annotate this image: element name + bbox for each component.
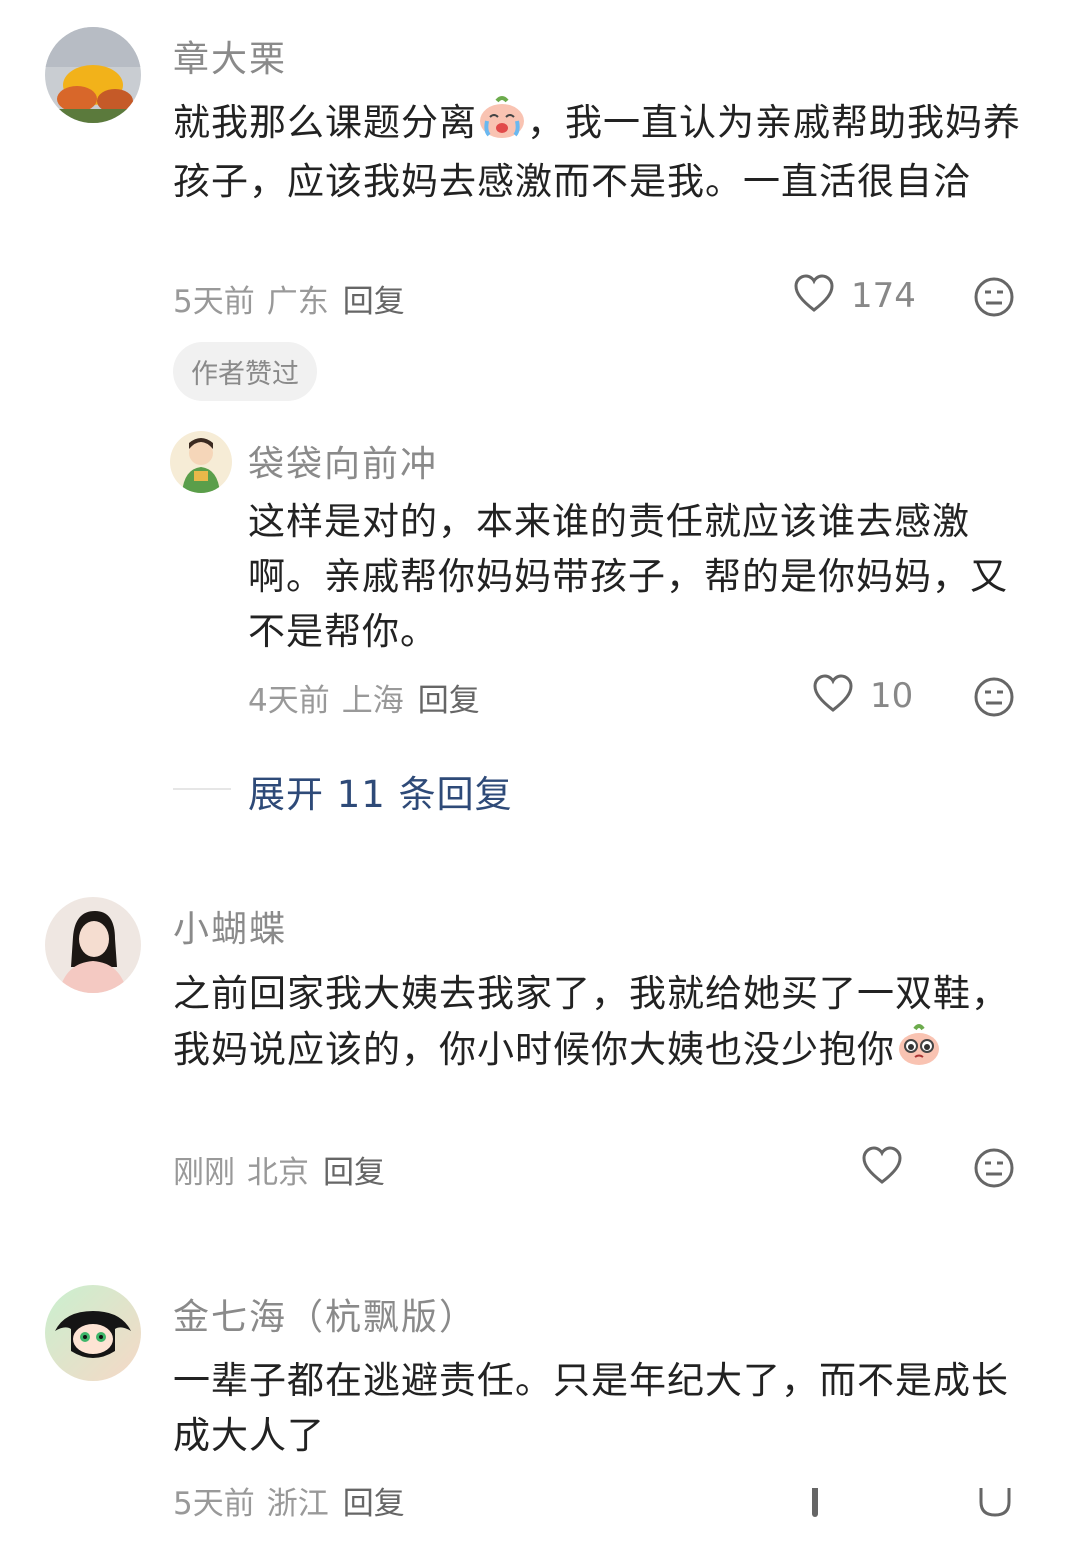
like-button[interactable] bbox=[861, 1146, 903, 1190]
comment-text: 一辈子都在逃避责任。只是年纪大了，而不是成长成大人了 bbox=[173, 1359, 1009, 1457]
meh-face-icon[interactable] bbox=[973, 1147, 1015, 1193]
like-count: 10 bbox=[870, 676, 914, 716]
avatar[interactable] bbox=[45, 27, 141, 123]
comment-meta: 5天前 广东 回复 bbox=[173, 276, 405, 321]
reply-button[interactable]: 回复 bbox=[343, 284, 405, 320]
author-liked-badge: 作者赞过 bbox=[173, 342, 317, 401]
meh-face-icon[interactable] bbox=[973, 276, 1015, 322]
location: 北京 bbox=[247, 1155, 309, 1191]
avatar[interactable] bbox=[170, 431, 232, 493]
timestamp: 5天前 bbox=[173, 1486, 255, 1522]
comment-meta: 刚刚 北京 回复 bbox=[173, 1147, 385, 1192]
timestamp: 4天前 bbox=[248, 683, 330, 719]
comment-text-part: 之前回家我大姨去我家了，我就给她买了一双鞋，我妈说应该的，你小时候你大姨也没少抱… bbox=[173, 972, 1009, 1071]
reply-text: 这样是对的，本来谁的责任就应该谁去感激啊。亲戚帮你妈妈带孩子，帮的是你妈妈，又不… bbox=[248, 500, 1008, 653]
comment-text: 就我那么课题分离 ，我一直认为亲戚帮助我妈养孩子，应该我妈去感激而不是我。一直活很… bbox=[173, 95, 1023, 209]
like-count: 174 bbox=[851, 276, 916, 316]
meh-face-icon[interactable] bbox=[978, 1488, 1012, 1518]
timestamp: 刚刚 bbox=[173, 1155, 235, 1191]
avatar[interactable] bbox=[45, 1285, 141, 1381]
comment-meta: 5天前 浙江 回复 bbox=[173, 1478, 405, 1523]
avatar[interactable] bbox=[45, 897, 141, 993]
reply-button[interactable]: 回复 bbox=[418, 683, 480, 719]
reply-meta: 4天前 上海 回复 bbox=[248, 675, 480, 720]
timestamp: 5天前 bbox=[173, 284, 255, 320]
username[interactable]: 章大栗 bbox=[173, 30, 287, 82]
location: 上海 bbox=[341, 683, 404, 719]
heart-outline-icon[interactable] bbox=[808, 1488, 822, 1518]
username[interactable]: 小蝴蝶 bbox=[173, 900, 287, 952]
comment-text: 之前回家我大姨去我家了，我就给她买了一双鞋，我妈说应该的，你小时候你大姨也没少抱… bbox=[173, 966, 1023, 1082]
reply-button[interactable]: 回复 bbox=[343, 1486, 405, 1522]
location: 浙江 bbox=[266, 1486, 329, 1522]
heart-outline-icon bbox=[861, 1146, 903, 1190]
divider bbox=[173, 788, 231, 790]
expand-replies-button[interactable]: 展开 11 条回复 bbox=[248, 764, 513, 818]
like-button[interactable]: 10 bbox=[812, 674, 913, 718]
username[interactable]: 袋袋向前冲 bbox=[248, 435, 438, 487]
crying-face-emoji bbox=[477, 95, 527, 154]
pleading-face-emoji bbox=[895, 1021, 943, 1082]
like-button[interactable]: 174 bbox=[793, 274, 916, 318]
heart-outline-icon bbox=[812, 674, 854, 718]
heart-outline-icon bbox=[793, 274, 835, 318]
comment-text-part: 就我那么课题分离 bbox=[173, 101, 477, 144]
reply-button[interactable]: 回复 bbox=[323, 1155, 385, 1191]
meh-face-icon[interactable] bbox=[973, 676, 1015, 722]
username[interactable]: 金七海（杭飘版） bbox=[173, 1288, 477, 1340]
location: 广东 bbox=[266, 284, 329, 320]
